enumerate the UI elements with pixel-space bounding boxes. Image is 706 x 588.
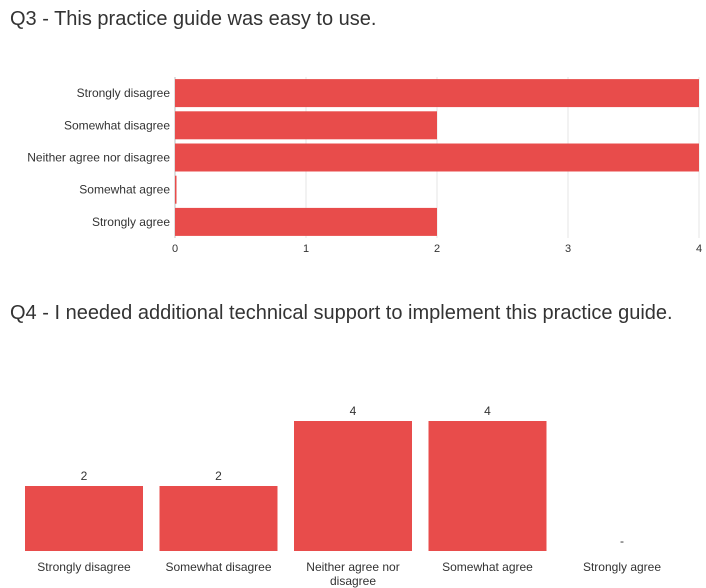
- bar: [175, 175, 177, 204]
- category-label: Neither agree nor disagree: [27, 151, 170, 165]
- q3-bar-chart: Strongly disagree Somewhat disagree Neithe…: [27, 77, 702, 255]
- bar: [25, 486, 143, 551]
- tick-label: 2: [434, 243, 440, 255]
- category-label: Strongly agree: [582, 560, 662, 574]
- data-label: 2: [215, 469, 222, 483]
- category-label: Neither agree nor disagree: [306, 560, 400, 588]
- bar: [175, 111, 437, 140]
- q3-title: Q3 - This practice guide was easy to use…: [10, 8, 377, 30]
- q4-bar-chart: 2 2 4 4 -: [25, 404, 624, 551]
- data-label: 4: [484, 404, 491, 418]
- bar: [175, 207, 437, 236]
- category-label: Strongly agree: [92, 215, 170, 229]
- category-label: Somewhat agree: [442, 560, 533, 574]
- data-label: 2: [81, 469, 88, 483]
- category-label: Somewhat disagree: [64, 118, 170, 132]
- data-label: -: [620, 534, 624, 548]
- category-label: Somewhat agree: [79, 183, 170, 197]
- category-label: Somewhat disagree: [165, 560, 272, 574]
- bar: [175, 143, 699, 172]
- tick-label: 1: [303, 243, 309, 255]
- category-label: Strongly disagree: [37, 560, 131, 574]
- bar: [294, 421, 412, 551]
- tick-label: 0: [172, 243, 178, 255]
- bar: [175, 79, 699, 108]
- q4-title: Q4 - I needed additional technical suppo…: [10, 302, 673, 324]
- bar: [159, 486, 278, 551]
- category-label: Strongly disagree: [77, 86, 171, 100]
- tick-label: 4: [696, 243, 702, 255]
- tick-label: 3: [565, 243, 571, 255]
- bar: [428, 421, 547, 551]
- data-label: 4: [350, 404, 357, 418]
